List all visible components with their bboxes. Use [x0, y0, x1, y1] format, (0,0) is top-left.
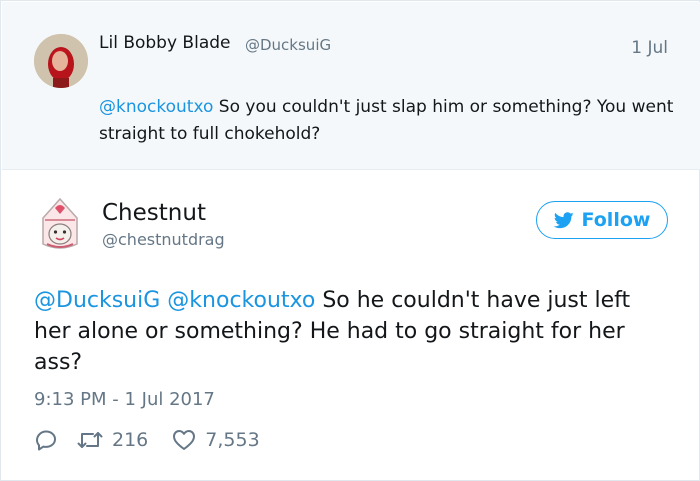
- parent-author-name[interactable]: Lil Bobby Blade: [99, 33, 230, 53]
- mention-link-ducksuig[interactable]: @DucksuiG: [34, 288, 160, 313]
- heart-icon: [173, 430, 196, 450]
- tweet-timestamp[interactable]: 9:13 PM - 1 Jul 2017: [34, 389, 215, 410]
- parent-author-avatar[interactable]: [34, 34, 88, 88]
- reply-icon: [36, 430, 56, 451]
- author-avatar[interactable]: [33, 196, 87, 254]
- like-button[interactable]: 7,553: [172, 429, 260, 451]
- reply-button[interactable]: [34, 428, 60, 452]
- tweet-text: @DucksuiG @knockoutxo So he couldn't hav…: [34, 285, 664, 378]
- parent-author-handle[interactable]: @DucksuiG: [245, 36, 331, 54]
- parent-tweet-date[interactable]: 1 Jul: [631, 38, 668, 58]
- like-count: 7,553: [205, 429, 260, 451]
- red-haired-person-avatar-icon: [34, 34, 88, 88]
- author-name[interactable]: Chestnut: [102, 200, 206, 226]
- twitter-bird-icon: [553, 211, 574, 228]
- parent-tweet[interactable]: Lil Bobby Blade @DucksuiG 1 Jul @knockou…: [2, 2, 700, 170]
- mention-link[interactable]: @knockoutxo: [99, 97, 213, 117]
- follow-button[interactable]: Follow: [536, 201, 668, 239]
- drag-queen-illustration-avatar-icon: [42, 197, 78, 249]
- retweet-button[interactable]: 216: [76, 429, 148, 451]
- author-handle[interactable]: @chestnutdrag: [102, 230, 225, 249]
- tweet-actions: 216 7,553: [34, 426, 260, 454]
- mention-link-knockoutxo[interactable]: @knockoutxo: [167, 288, 315, 313]
- follow-button-label: Follow: [581, 209, 651, 231]
- parent-tweet-text: @knockoutxo So you couldn't just slap hi…: [99, 94, 679, 148]
- tweet-embed-card: Lil Bobby Blade @DucksuiG 1 Jul @knockou…: [0, 0, 700, 481]
- retweet-icon: [77, 432, 103, 448]
- retweet-count: 216: [112, 429, 149, 451]
